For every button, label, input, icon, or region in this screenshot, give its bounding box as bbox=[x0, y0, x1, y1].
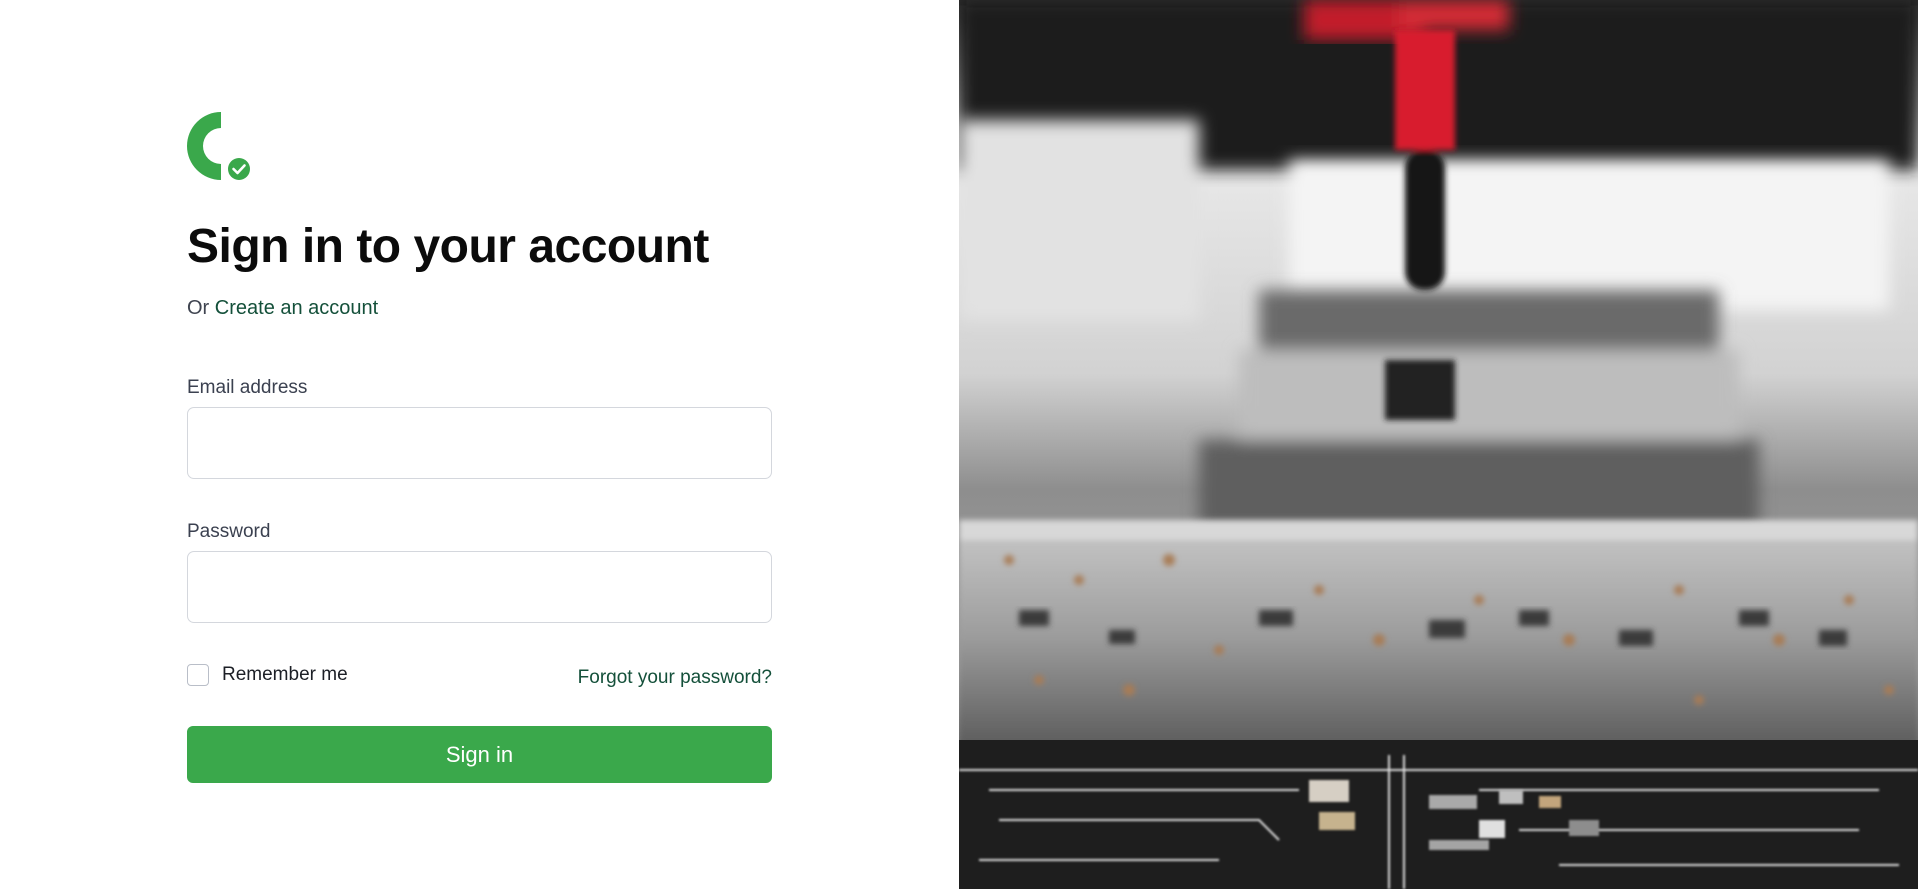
password-field-group: Password bbox=[187, 521, 772, 623]
email-field-group: Email address bbox=[187, 377, 772, 479]
email-label: Email address bbox=[187, 377, 308, 398]
create-account-line: Or Create an account bbox=[187, 297, 772, 320]
password-input[interactable] bbox=[187, 551, 772, 623]
sub-prefix: Or bbox=[187, 297, 210, 319]
forgot-password-link[interactable]: Forgot your password? bbox=[578, 667, 772, 689]
email-input[interactable] bbox=[187, 407, 772, 479]
page-title: Sign in to your account bbox=[187, 220, 709, 273]
c-checkmark-logo-icon bbox=[187, 112, 259, 184]
sign-in-button[interactable]: Sign in bbox=[187, 726, 772, 783]
hero-image bbox=[959, 0, 1918, 889]
create-account-link[interactable]: Create an account bbox=[215, 297, 378, 319]
signin-form: Sign in to your account Or Create an acc… bbox=[187, 112, 772, 783]
options-row: Remember me Forgot your password? bbox=[187, 661, 772, 689]
remember-me-checkbox[interactable] bbox=[187, 664, 209, 686]
signin-panel: Sign in to your account Or Create an acc… bbox=[0, 0, 959, 889]
remember-me-label: Remember me bbox=[222, 664, 348, 685]
circuit-board-photo bbox=[959, 0, 1918, 889]
remember-me[interactable]: Remember me bbox=[187, 664, 348, 686]
password-label: Password bbox=[187, 521, 271, 542]
